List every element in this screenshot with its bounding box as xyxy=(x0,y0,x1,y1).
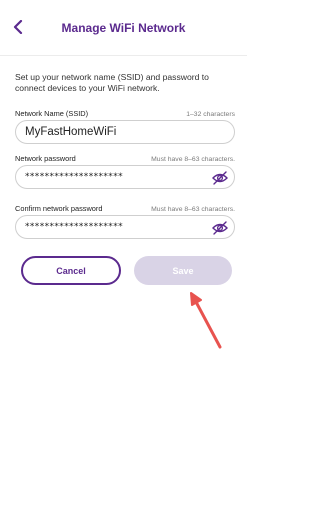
confirm-password-value: ******************** xyxy=(25,222,123,232)
chevron-left-icon xyxy=(13,20,23,34)
save-button[interactable]: Save xyxy=(134,256,232,285)
annotation-arrow-icon xyxy=(190,292,222,349)
password-input[interactable]: ******************** xyxy=(15,165,235,189)
back-button[interactable] xyxy=(8,16,28,38)
eye-off-icon[interactable] xyxy=(211,170,229,186)
ssid-value: MyFastHomeWiFi xyxy=(25,126,117,138)
ssid-label-row: Network Name (SSID) 1–32 characters xyxy=(15,109,235,118)
confirm-password-input[interactable]: ******************** xyxy=(15,215,235,239)
confirm-password-hint: Must have 8–63 characters. xyxy=(151,206,235,213)
cancel-button[interactable]: Cancel xyxy=(21,256,121,285)
app-header: Manage WiFi Network xyxy=(0,0,247,56)
ssid-label: Network Name (SSID) xyxy=(15,109,89,118)
confirm-password-label: Confirm network password xyxy=(15,204,103,213)
confirm-password-label-row: Confirm network password Must have 8–63 … xyxy=(15,204,235,213)
password-hint: Must have 8–63 characters. xyxy=(151,156,235,163)
password-label: Network password xyxy=(15,154,76,163)
password-label-row: Network password Must have 8–63 characte… xyxy=(15,154,235,163)
eye-off-icon[interactable] xyxy=(211,220,229,236)
ssid-input[interactable]: MyFastHomeWiFi xyxy=(15,120,235,144)
password-value: ******************** xyxy=(25,172,123,182)
page-title: Manage WiFi Network xyxy=(61,20,186,35)
ssid-hint: 1–32 characters xyxy=(186,111,235,118)
intro-text: Set up your network name (SSID) and pass… xyxy=(15,72,209,93)
